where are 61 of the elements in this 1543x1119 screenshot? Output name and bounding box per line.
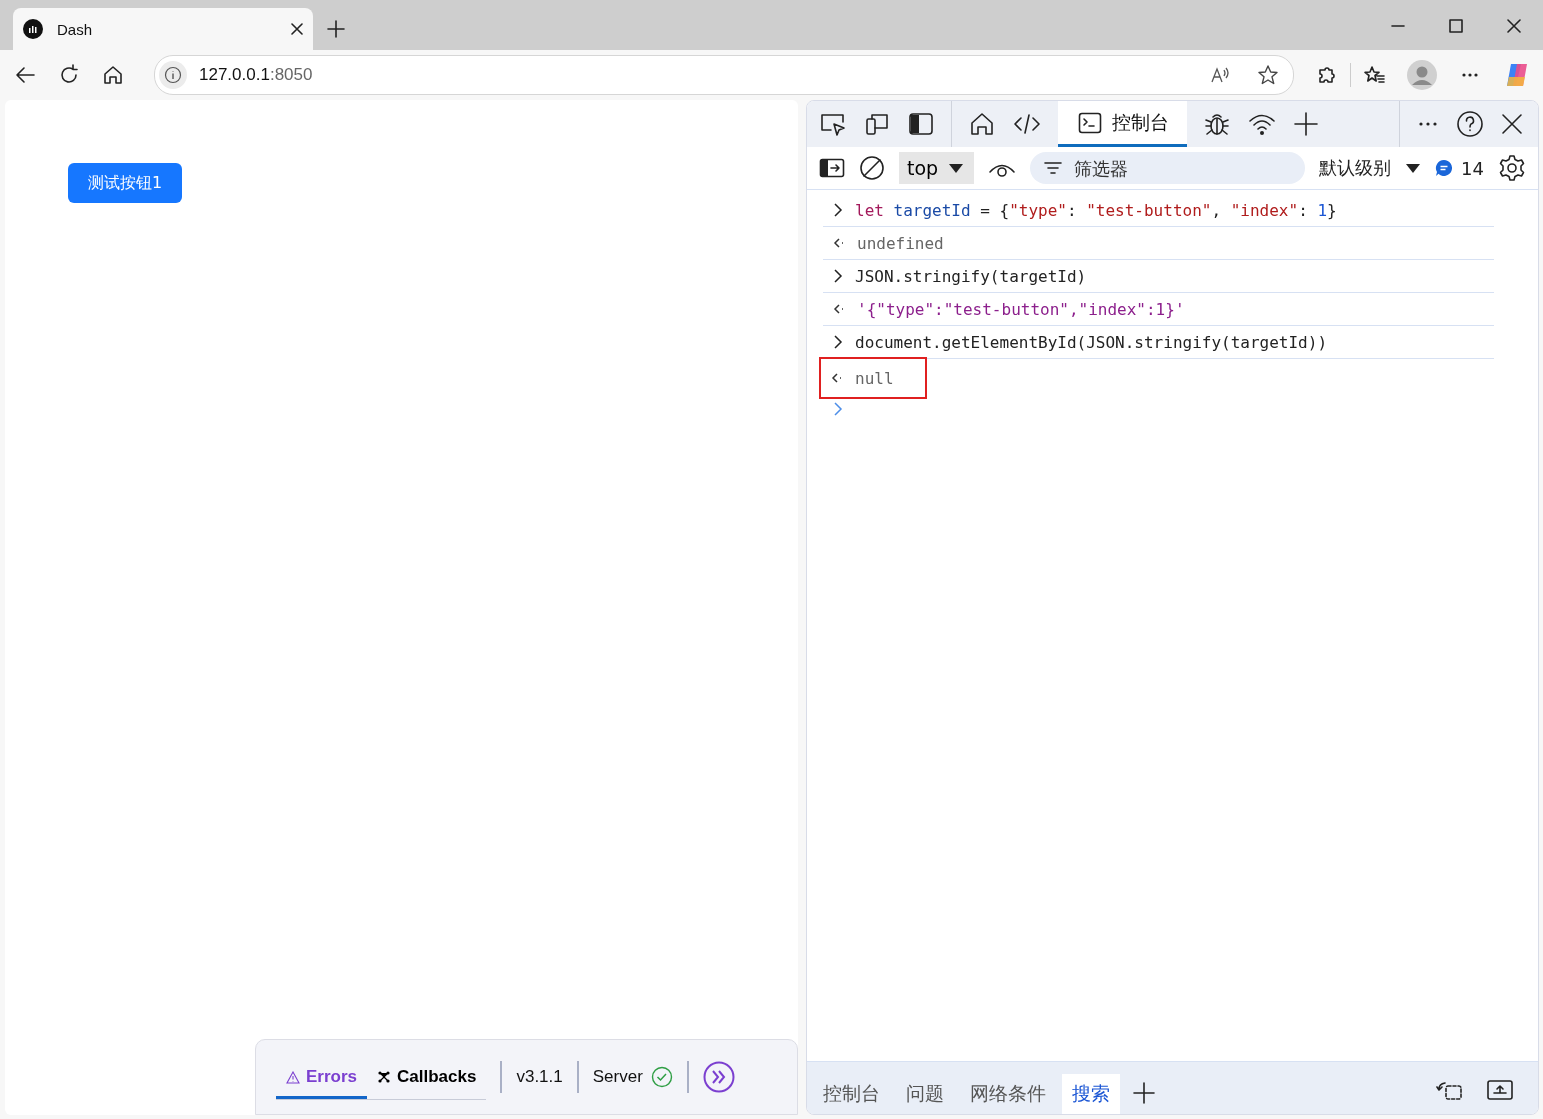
- console-output-value: null: [855, 368, 894, 388]
- context-dropdown[interactable]: top: [899, 152, 975, 184]
- puzzle-icon[interactable]: [1316, 64, 1338, 86]
- profile-avatar-icon[interactable]: [1407, 60, 1437, 90]
- new-tab-icon[interactable]: [327, 20, 345, 38]
- drawer-tab[interactable]: 问题: [896, 1074, 954, 1114]
- maximize-icon[interactable]: [1449, 19, 1463, 33]
- console-input-line: document.getElementById(JSON.stringify(targetId)): [855, 332, 1327, 352]
- chevron-right-icon: [833, 269, 843, 283]
- network-graph-icon: [377, 1070, 392, 1084]
- console-tab[interactable]: 控制台: [1058, 101, 1187, 147]
- return-arrow-icon: [833, 237, 845, 249]
- chevron-right-icon: [833, 203, 843, 217]
- dropdown-caret-icon: [1405, 162, 1422, 174]
- return-arrow-icon: [831, 372, 843, 384]
- errors-tab[interactable]: Errors: [276, 1058, 368, 1099]
- log-level-dropdown[interactable]: 默认级别: [1319, 156, 1422, 180]
- reload-icon[interactable]: [58, 64, 80, 86]
- callbacks-tab[interactable]: Callbacks: [367, 1058, 487, 1099]
- help-icon[interactable]: [1456, 110, 1484, 138]
- address-bar[interactable]: 127.0.0.1:8050: [154, 55, 1294, 95]
- message-count[interactable]: 14: [1435, 157, 1484, 179]
- info-icon[interactable]: [159, 61, 187, 89]
- console-input-line: JSON.stringify(targetId): [855, 266, 1087, 286]
- filter-field[interactable]: 筛选器: [1030, 152, 1306, 184]
- return-arrow-icon: [833, 303, 845, 315]
- console-output-value: undefined: [857, 233, 944, 253]
- dropdown-caret-icon: [948, 162, 965, 174]
- add-tool-icon[interactable]: [1293, 111, 1319, 137]
- dash-logo-icon: [23, 19, 43, 39]
- drawer-tab[interactable]: 搜索: [1062, 1074, 1120, 1114]
- home-icon[interactable]: [968, 110, 996, 138]
- test-button[interactable]: 测试按钮1: [68, 163, 183, 203]
- chevron-right-icon: [833, 335, 843, 349]
- warning-icon: [286, 1070, 300, 1084]
- home-icon[interactable]: [102, 64, 124, 86]
- console-output-value: '{"type":"test-button","index":1}': [857, 299, 1185, 319]
- collapse-icon[interactable]: [702, 1061, 735, 1093]
- dock-icon[interactable]: [907, 110, 935, 138]
- drawer-tab[interactable]: 控制台: [813, 1074, 890, 1114]
- prompt-chevron-icon[interactable]: [833, 402, 843, 416]
- filter-icon: [1044, 161, 1063, 175]
- close-icon[interactable]: [1507, 19, 1521, 33]
- clear-console-icon[interactable]: [859, 155, 885, 181]
- favorites-list-icon[interactable]: [1363, 64, 1385, 86]
- version-label: v3.1.1: [516, 1067, 563, 1087]
- sidebar-toggle-icon[interactable]: [819, 157, 845, 179]
- console-input-line: let targetId = {"type": "test-button", "index": 1}: [855, 200, 1337, 220]
- undock-drawer-icon[interactable]: [1486, 1078, 1514, 1102]
- back-icon[interactable]: [14, 64, 36, 86]
- favorite-icon[interactable]: [1257, 64, 1279, 86]
- add-tool-icon[interactable]: [1132, 1081, 1156, 1105]
- server-status-label: Server: [592, 1067, 643, 1087]
- check-circle-icon: [650, 1066, 673, 1088]
- drawer-tab[interactable]: 网络条件: [960, 1074, 1056, 1114]
- close-icon[interactable]: [1500, 112, 1524, 136]
- message-bubble-icon: [1435, 159, 1454, 177]
- terminal-icon: [1078, 110, 1102, 135]
- close-icon[interactable]: [291, 23, 303, 35]
- settings-icon[interactable]: [1498, 154, 1526, 182]
- browser-tab[interactable]: Dash: [13, 8, 313, 50]
